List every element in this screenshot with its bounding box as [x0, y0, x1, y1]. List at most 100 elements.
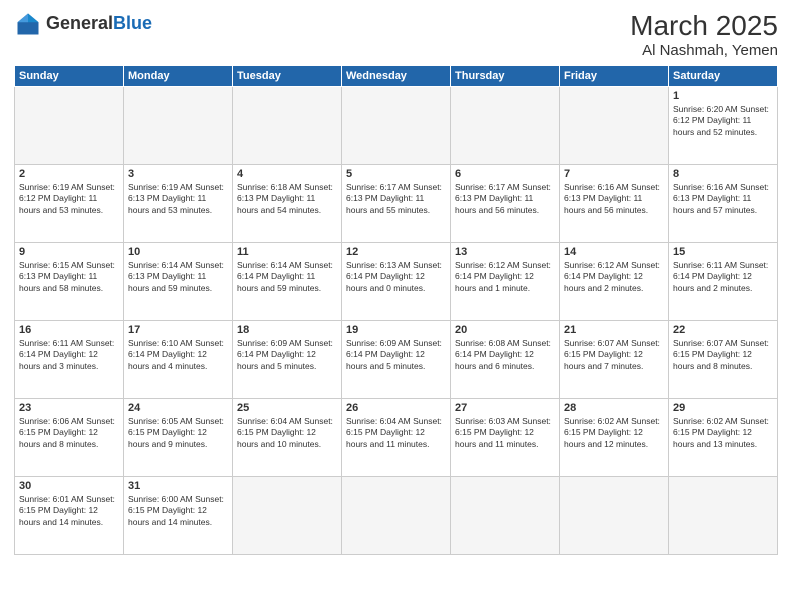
day-info: Sunrise: 6:10 AM Sunset: 6:14 PM Dayligh…	[128, 338, 228, 372]
day-info: Sunrise: 6:03 AM Sunset: 6:15 PM Dayligh…	[455, 416, 555, 450]
calendar-cell: 27 Sunrise: 6:03 AM Sunset: 6:15 PM Dayli…	[451, 399, 560, 477]
week-row-1: 1 Sunrise: 6:20 AM Sunset: 6:12 PM Daylig…	[15, 87, 778, 165]
calendar-cell: 29 Sunrise: 6:02 AM Sunset: 6:15 PM Dayli…	[669, 399, 778, 477]
day-info: Sunrise: 6:09 AM Sunset: 6:14 PM Dayligh…	[237, 338, 337, 372]
calendar-cell	[669, 477, 778, 555]
calendar-cell: 28 Sunrise: 6:02 AM Sunset: 6:15 PM Dayli…	[560, 399, 669, 477]
day-info: Sunrise: 6:09 AM Sunset: 6:14 PM Dayligh…	[346, 338, 446, 372]
day-number: 2	[19, 168, 119, 180]
day-number: 31	[128, 480, 228, 492]
day-info: Sunrise: 6:19 AM Sunset: 6:12 PM Dayligh…	[19, 182, 119, 216]
day-number: 28	[564, 402, 664, 414]
day-info: Sunrise: 6:07 AM Sunset: 6:15 PM Dayligh…	[673, 338, 773, 372]
day-info: Sunrise: 6:16 AM Sunset: 6:13 PM Dayligh…	[673, 182, 773, 216]
week-row-5: 23Sunrise: 6:06 AM Sunset: 6:15 PM Dayli…	[15, 399, 778, 477]
weekday-header-saturday: Saturday	[669, 66, 778, 87]
day-number: 18	[237, 324, 337, 336]
calendar-cell: 25Sunrise: 6:04 AM Sunset: 6:15 PM Dayli…	[233, 399, 342, 477]
day-info: Sunrise: 6:06 AM Sunset: 6:15 PM Dayligh…	[19, 416, 119, 450]
calendar-cell	[233, 477, 342, 555]
day-number: 5	[346, 168, 446, 180]
day-number: 22	[673, 324, 773, 336]
weekday-header-friday: Friday	[560, 66, 669, 87]
weekday-header-row: SundayMondayTuesdayWednesdayThursdayFrid…	[15, 66, 778, 87]
location: Al Nashmah, Yemen	[630, 42, 778, 59]
calendar-cell: 1 Sunrise: 6:20 AM Sunset: 6:12 PM Daylig…	[669, 87, 778, 165]
day-info: Sunrise: 6:11 AM Sunset: 6:14 PM Dayligh…	[19, 338, 119, 372]
day-number: 24	[128, 402, 228, 414]
day-info: Sunrise: 6:15 AM Sunset: 6:13 PM Dayligh…	[19, 260, 119, 294]
day-info: Sunrise: 6:20 AM Sunset: 6:12 PM Dayligh…	[673, 104, 773, 138]
calendar-cell: 11Sunrise: 6:14 AM Sunset: 6:14 PM Dayli…	[233, 243, 342, 321]
calendar-cell	[15, 87, 124, 165]
calendar-cell: 21Sunrise: 6:07 AM Sunset: 6:15 PM Dayli…	[560, 321, 669, 399]
day-info: Sunrise: 6:16 AM Sunset: 6:13 PM Dayligh…	[564, 182, 664, 216]
day-number: 8	[673, 168, 773, 180]
day-number: 29	[673, 402, 773, 414]
calendar-cell	[560, 87, 669, 165]
calendar-cell: 14Sunrise: 6:12 AM Sunset: 6:14 PM Dayli…	[560, 243, 669, 321]
calendar-cell	[233, 87, 342, 165]
week-row-3: 9 Sunrise: 6:15 AM Sunset: 6:13 PM Daylig…	[15, 243, 778, 321]
week-row-4: 16 Sunrise: 6:11 AM Sunset: 6:14 PM Dayli…	[15, 321, 778, 399]
calendar-cell: 9 Sunrise: 6:15 AM Sunset: 6:13 PM Daylig…	[15, 243, 124, 321]
calendar-cell	[451, 477, 560, 555]
calendar-cell: 12 Sunrise: 6:13 AM Sunset: 6:14 PM Dayli…	[342, 243, 451, 321]
calendar-cell: 6 Sunrise: 6:17 AM Sunset: 6:13 PM Daylig…	[451, 165, 560, 243]
logo-general-text: General	[46, 13, 113, 33]
day-info: Sunrise: 6:01 AM Sunset: 6:15 PM Dayligh…	[19, 494, 119, 528]
weekday-header-monday: Monday	[124, 66, 233, 87]
day-info: Sunrise: 6:02 AM Sunset: 6:15 PM Dayligh…	[673, 416, 773, 450]
calendar-cell: 23Sunrise: 6:06 AM Sunset: 6:15 PM Dayli…	[15, 399, 124, 477]
day-number: 6	[455, 168, 555, 180]
day-number: 7	[564, 168, 664, 180]
calendar-cell: 31 Sunrise: 6:00 AM Sunset: 6:15 PM Dayli…	[124, 477, 233, 555]
day-number: 11	[237, 246, 337, 258]
day-info: Sunrise: 6:19 AM Sunset: 6:13 PM Dayligh…	[128, 182, 228, 216]
day-info: Sunrise: 6:04 AM Sunset: 6:15 PM Dayligh…	[346, 416, 446, 450]
day-number: 21	[564, 324, 664, 336]
weekday-header-thursday: Thursday	[451, 66, 560, 87]
day-info: Sunrise: 6:13 AM Sunset: 6:14 PM Dayligh…	[346, 260, 446, 294]
day-number: 27	[455, 402, 555, 414]
calendar-cell: 8 Sunrise: 6:16 AM Sunset: 6:13 PM Daylig…	[669, 165, 778, 243]
calendar-cell: 26Sunrise: 6:04 AM Sunset: 6:15 PM Dayli…	[342, 399, 451, 477]
day-info: Sunrise: 6:17 AM Sunset: 6:13 PM Dayligh…	[455, 182, 555, 216]
calendar-cell: 19 Sunrise: 6:09 AM Sunset: 6:14 PM Dayli…	[342, 321, 451, 399]
day-number: 12	[346, 246, 446, 258]
calendar-cell: 13 Sunrise: 6:12 AM Sunset: 6:14 PM Dayli…	[451, 243, 560, 321]
weekday-header-sunday: Sunday	[15, 66, 124, 87]
page: GeneralBlue March 2025 Al Nashmah, Yemen…	[0, 0, 792, 612]
day-number: 16	[19, 324, 119, 336]
day-number: 1	[673, 90, 773, 102]
day-number: 15	[673, 246, 773, 258]
day-number: 9	[19, 246, 119, 258]
day-info: Sunrise: 6:17 AM Sunset: 6:13 PM Dayligh…	[346, 182, 446, 216]
calendar-cell: 7 Sunrise: 6:16 AM Sunset: 6:13 PM Daylig…	[560, 165, 669, 243]
day-number: 13	[455, 246, 555, 258]
calendar-cell	[560, 477, 669, 555]
calendar-cell: 30 Sunrise: 6:01 AM Sunset: 6:15 PM Dayli…	[15, 477, 124, 555]
day-info: Sunrise: 6:02 AM Sunset: 6:15 PM Dayligh…	[564, 416, 664, 450]
calendar-cell	[124, 87, 233, 165]
day-info: Sunrise: 6:18 AM Sunset: 6:13 PM Dayligh…	[237, 182, 337, 216]
day-info: Sunrise: 6:12 AM Sunset: 6:14 PM Dayligh…	[455, 260, 555, 294]
calendar-cell: 4 Sunrise: 6:18 AM Sunset: 6:13 PM Daylig…	[233, 165, 342, 243]
calendar-cell	[342, 87, 451, 165]
day-info: Sunrise: 6:12 AM Sunset: 6:14 PM Dayligh…	[564, 260, 664, 294]
calendar-cell: 3Sunrise: 6:19 AM Sunset: 6:13 PM Daylig…	[124, 165, 233, 243]
day-info: Sunrise: 6:04 AM Sunset: 6:15 PM Dayligh…	[237, 416, 337, 450]
day-number: 10	[128, 246, 228, 258]
day-number: 19	[346, 324, 446, 336]
title-block: March 2025 Al Nashmah, Yemen	[630, 10, 778, 59]
calendar-cell	[342, 477, 451, 555]
day-number: 30	[19, 480, 119, 492]
calendar: SundayMondayTuesdayWednesdayThursdayFrid…	[14, 65, 778, 555]
calendar-cell: 18 Sunrise: 6:09 AM Sunset: 6:14 PM Dayli…	[233, 321, 342, 399]
weekday-header-wednesday: Wednesday	[342, 66, 451, 87]
weekday-header-tuesday: Tuesday	[233, 66, 342, 87]
calendar-cell: 17 Sunrise: 6:10 AM Sunset: 6:14 PM Dayli…	[124, 321, 233, 399]
day-info: Sunrise: 6:00 AM Sunset: 6:15 PM Dayligh…	[128, 494, 228, 528]
day-number: 17	[128, 324, 228, 336]
day-number: 4	[237, 168, 337, 180]
